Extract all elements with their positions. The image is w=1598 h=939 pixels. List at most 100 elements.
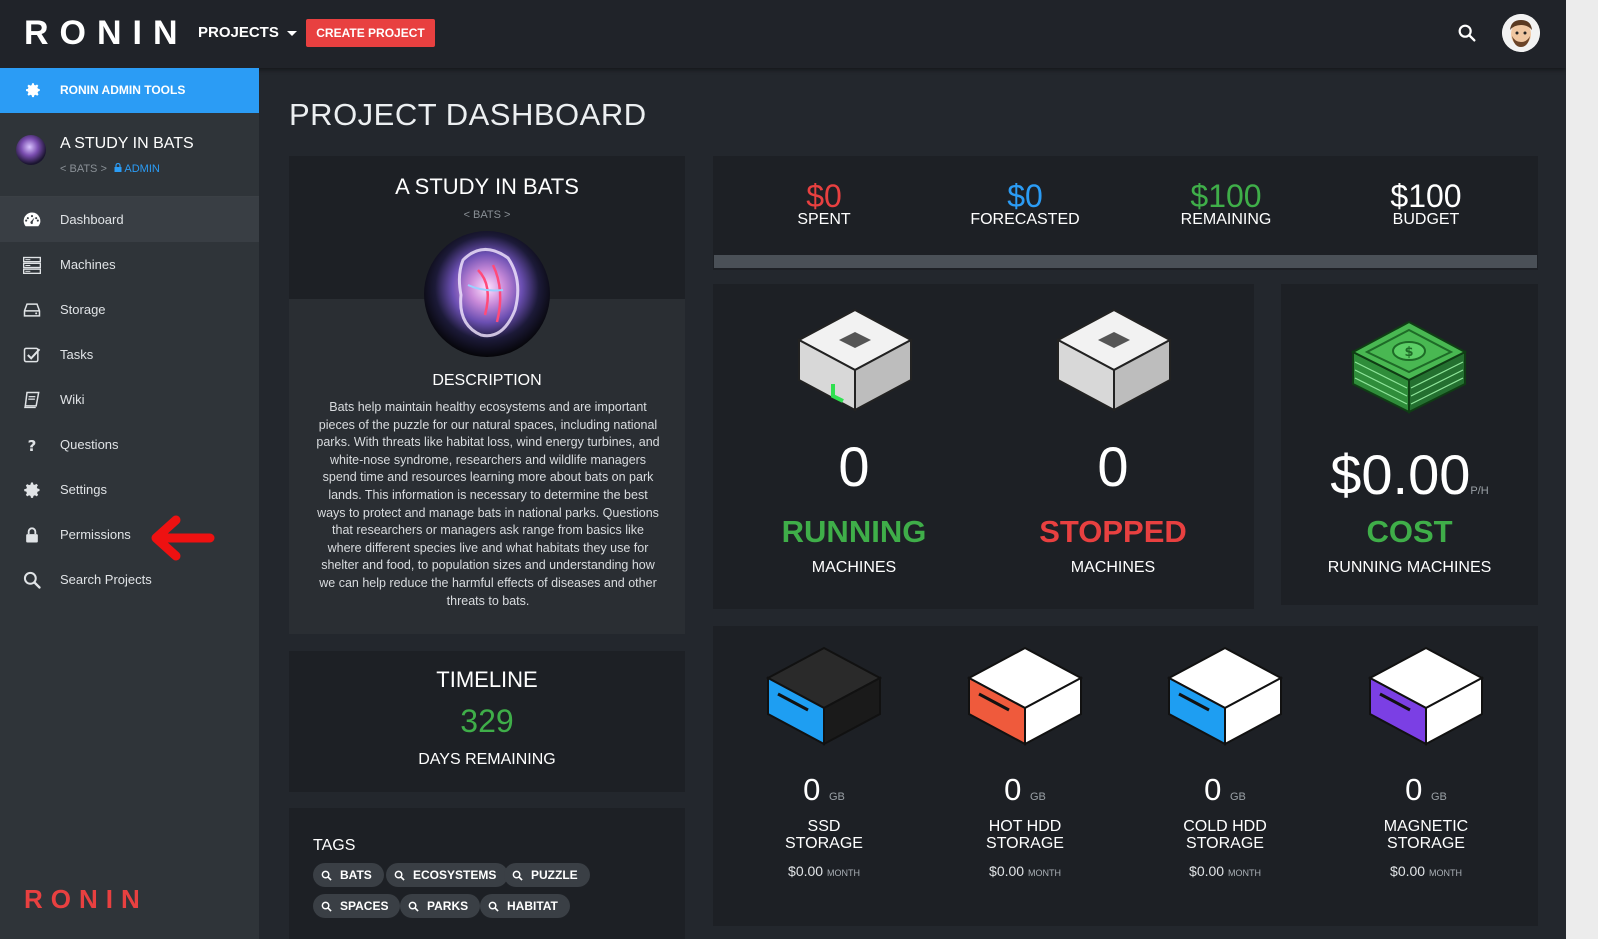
cold-hdd-storage-value: 0 GB [1204, 772, 1246, 807]
timeline-heading: TIMELINE [436, 667, 538, 692]
sidebar-item-label: Storage [60, 302, 106, 317]
create-project-button[interactable]: CREATE PROJECT [306, 19, 435, 47]
project-breadcrumb: < BATS > ADMIN [60, 162, 160, 175]
search-icon [488, 901, 499, 912]
sidebar-item-label: Machines [60, 257, 116, 272]
running-count: 0 [838, 435, 870, 498]
projects-dropdown[interactable]: PROJECTS [198, 24, 297, 41]
search-icon [394, 870, 405, 881]
project-image [424, 231, 550, 357]
user-avatar[interactable] [1502, 14, 1540, 52]
stopped-sub-label: MACHINES [1070, 559, 1156, 576]
sidebar-item-label: Permissions [60, 527, 131, 542]
sidebar-item-search-projects[interactable]: Search Projects [0, 557, 259, 602]
cost-value-row: $0.00P/H [1281, 442, 1538, 507]
scrollbar-track[interactable] [1566, 0, 1598, 939]
sidebar-item-storage[interactable]: Storage [0, 287, 259, 332]
project-card-path[interactable]: < BATS > [289, 209, 685, 221]
search-icon [23, 571, 41, 589]
sidebar-item-settings[interactable]: Settings [0, 467, 259, 512]
sidebar-item-label: Wiki [60, 392, 85, 407]
tag-bats[interactable]: BATS [313, 863, 384, 887]
cost-label: COST [1366, 514, 1453, 549]
cold-hdd-storage-icon [1166, 646, 1284, 746]
cold-hdd-storage-cost: $0.00 MONTH [1189, 863, 1261, 879]
budget-progress-bar [714, 255, 1537, 268]
spent-value: $0 [806, 178, 842, 214]
machines-icon [23, 256, 41, 274]
forecasted-value: $0 [1007, 178, 1043, 214]
chevron-down-icon [286, 31, 297, 36]
sidebar-item-label: Dashboard [60, 212, 124, 227]
budget-stat: $100 BUDGET [1336, 178, 1516, 229]
project-title: A STUDY IN BATS [60, 135, 194, 152]
stopped-label: STOPPED [1039, 514, 1187, 549]
search-icon [321, 870, 332, 881]
search-icon [512, 870, 523, 881]
cost-sub-label: RUNNING MACHINES [1327, 559, 1492, 576]
cold-hdd-storage-label: COLD HDD STORAGE [1183, 818, 1267, 852]
sidebar-item-label: Settings [60, 482, 107, 497]
current-project[interactable]: A STUDY IN BATS < BATS > ADMIN [0, 113, 259, 197]
sidebar-item-label: Tasks [60, 347, 94, 362]
project-role: ADMIN [124, 163, 160, 175]
spent-stat: $0 SPENT [734, 178, 914, 229]
svg-text:$: $ [1404, 345, 1413, 360]
magnetic-storage-value: 0 GB [1405, 772, 1447, 807]
arrow-left-annotation-icon [151, 515, 215, 561]
tag-parks[interactable]: PARKS [400, 894, 481, 918]
hot-hdd-storage-icon [966, 646, 1084, 746]
search-icon [321, 901, 332, 912]
projects-label: PROJECTS [198, 24, 279, 41]
admin-tools-bar[interactable]: RONIN ADMIN TOOLS [0, 68, 259, 113]
running-sub-label: MACHINES [811, 559, 897, 576]
sidebar-item-dashboard[interactable]: Dashboard [0, 197, 259, 242]
admin-tools-label: RONIN ADMIN TOOLS [60, 83, 186, 97]
hot-hdd-storage-value: 0 GB [1004, 772, 1046, 807]
sidebar-item-wiki[interactable]: Wiki [0, 377, 259, 422]
tag-ecosystems[interactable]: ECOSYSTEMS [386, 863, 509, 887]
gear-icon [26, 83, 40, 98]
tag-spaces[interactable]: SPACES [313, 894, 401, 918]
search-icon[interactable] [1456, 22, 1478, 44]
footer-logo: RONIN [24, 884, 148, 914]
project-card-title: A STUDY IN BATS [395, 174, 579, 199]
question-icon: ? [28, 437, 37, 455]
ronin-logo[interactable]: RONIN [24, 14, 189, 53]
hot-hdd-storage-label: HOT HDD STORAGE [986, 818, 1064, 852]
sidebar-item-permissions[interactable]: Permissions [0, 512, 259, 557]
page-title: PROJECT DASHBOARD [289, 97, 647, 132]
budget-label: BUDGET [1392, 211, 1460, 228]
hot-hdd-storage-cost: $0.00 MONTH [989, 863, 1061, 879]
machines-card: 0 RUNNING MACHINES 0 STOPPED MACHINES [713, 284, 1254, 609]
running-label: RUNNING [781, 514, 927, 549]
budget-value: $100 [1390, 178, 1462, 214]
sidebar-item-tasks[interactable]: Tasks [0, 332, 259, 377]
gear-icon [24, 482, 40, 498]
search-icon [408, 901, 419, 912]
ssd-storage-icon [765, 646, 883, 746]
ssd-storage-label: SSD STORAGE [785, 818, 863, 852]
sidebar-item-label: Questions [60, 437, 119, 452]
dashboard-icon [23, 212, 41, 227]
storage-icon [23, 303, 41, 317]
tag-habitat[interactable]: HABITAT [480, 894, 570, 918]
sidebar-item-questions[interactable]: ? Questions [0, 422, 259, 467]
stopped-count: 0 [1097, 435, 1129, 498]
cost-value: $0.00 [1330, 443, 1471, 506]
days-remaining-value: 329 [460, 703, 514, 739]
svg-text:?: ? [28, 437, 37, 455]
money-stack-icon: $ [1350, 320, 1468, 414]
magnetic-storage-icon [1367, 646, 1485, 746]
tasks-icon [23, 347, 41, 363]
cost-card: $ $0.00P/H COST RUNNING MACHINES [1281, 284, 1538, 605]
ssd-storage-cost: $0.00 MONTH [788, 863, 860, 879]
days-remaining-label: DAYS REMAINING [418, 751, 556, 768]
stopped-server-icon [1055, 308, 1173, 412]
project-card: A STUDY IN BATS < BATS > DESCRIPTION Bat… [289, 156, 685, 634]
project-path[interactable]: < BATS > [60, 163, 107, 175]
sidebar-item-machines[interactable]: Machines [0, 242, 259, 287]
lock-icon [26, 527, 38, 543]
budget-card: $0 SPENT $0 FORECASTED $100 REMAINING $1… [713, 156, 1538, 270]
tag-puzzle[interactable]: PUZZLE [504, 863, 590, 887]
